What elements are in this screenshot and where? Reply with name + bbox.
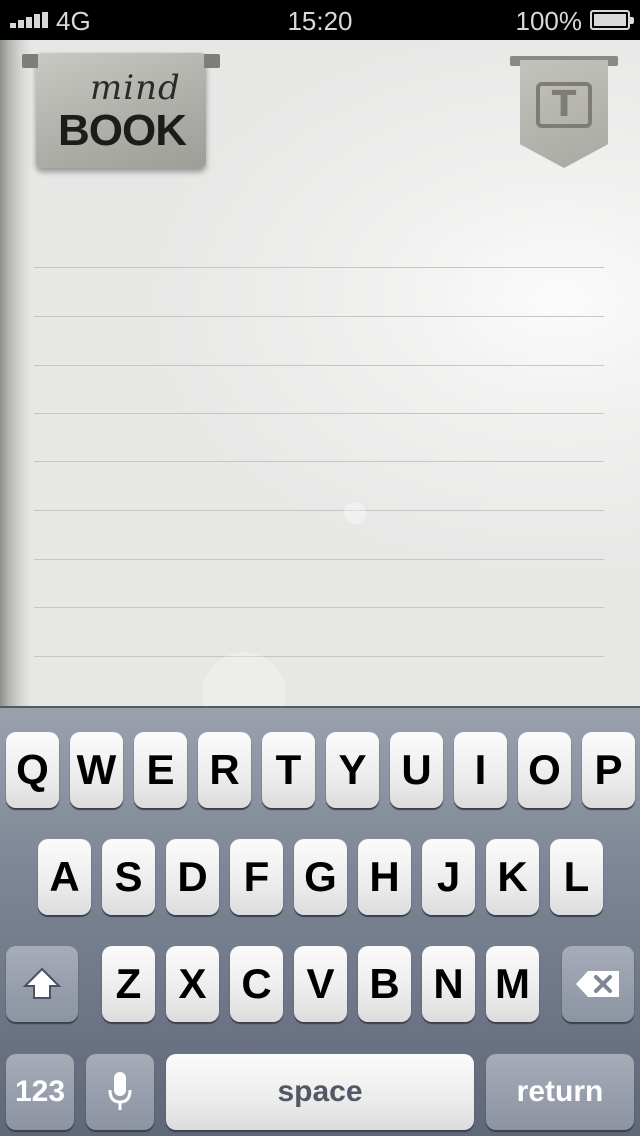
return-key[interactable]: return: [486, 1054, 634, 1130]
key-h[interactable]: H: [358, 839, 411, 915]
note-page[interactable]: mind BOOK T: [0, 40, 640, 706]
key-w[interactable]: W: [70, 732, 123, 808]
mindbook-logo-tag[interactable]: mind BOOK: [22, 52, 220, 168]
key-q[interactable]: Q: [6, 732, 59, 808]
key-o[interactable]: O: [518, 732, 571, 808]
shift-icon: [22, 967, 62, 999]
key-d[interactable]: D: [166, 839, 219, 915]
ruled-line: [34, 461, 604, 462]
logo-book-text: BOOK: [58, 106, 187, 155]
microphone-icon: [108, 1072, 132, 1110]
lens-flare: [344, 502, 366, 524]
key-a[interactable]: A: [38, 839, 91, 915]
ruled-line: [34, 267, 604, 268]
key-k[interactable]: K: [486, 839, 539, 915]
key-b[interactable]: B: [358, 946, 411, 1022]
numbers-key[interactable]: 123: [6, 1054, 74, 1130]
backspace-icon: [576, 971, 619, 997]
ruled-line: [34, 607, 604, 608]
shift-key[interactable]: [6, 946, 78, 1022]
ruled-line: [34, 316, 604, 317]
key-y[interactable]: Y: [326, 732, 379, 808]
key-j[interactable]: J: [422, 839, 475, 915]
key-z[interactable]: Z: [102, 946, 155, 1022]
space-key[interactable]: space: [166, 1054, 474, 1130]
lens-flare: [202, 652, 286, 706]
key-g[interactable]: G: [294, 839, 347, 915]
key-s[interactable]: S: [102, 839, 155, 915]
key-e[interactable]: E: [134, 732, 187, 808]
battery-percent: 100%: [515, 6, 583, 36]
backspace-key[interactable]: [562, 946, 634, 1022]
key-t[interactable]: T: [262, 732, 315, 808]
dictation-key[interactable]: [86, 1054, 154, 1130]
key-u[interactable]: U: [390, 732, 443, 808]
logo-mind-text: mind: [90, 68, 181, 108]
battery-icon: [590, 10, 634, 30]
key-m[interactable]: M: [486, 946, 539, 1022]
keyboard: Q W E R T Y U I O P A S D F G H J K L Z …: [0, 706, 640, 1136]
notebook-spine: [0, 40, 30, 706]
status-bar: 4G 15:20 100%: [0, 0, 640, 40]
ruled-line: [34, 365, 604, 366]
key-p[interactable]: P: [582, 732, 635, 808]
key-r[interactable]: R: [198, 732, 251, 808]
key-c[interactable]: C: [230, 946, 283, 1022]
text-format-icon[interactable]: T: [536, 82, 592, 128]
key-n[interactable]: N: [422, 946, 475, 1022]
key-f[interactable]: F: [230, 839, 283, 915]
ruled-line: [34, 656, 604, 657]
ruled-line: [34, 510, 604, 511]
ruled-line: [34, 413, 604, 414]
key-i[interactable]: I: [454, 732, 507, 808]
key-l[interactable]: L: [550, 839, 603, 915]
key-x[interactable]: X: [166, 946, 219, 1022]
key-v[interactable]: V: [294, 946, 347, 1022]
ruled-line: [34, 559, 604, 560]
